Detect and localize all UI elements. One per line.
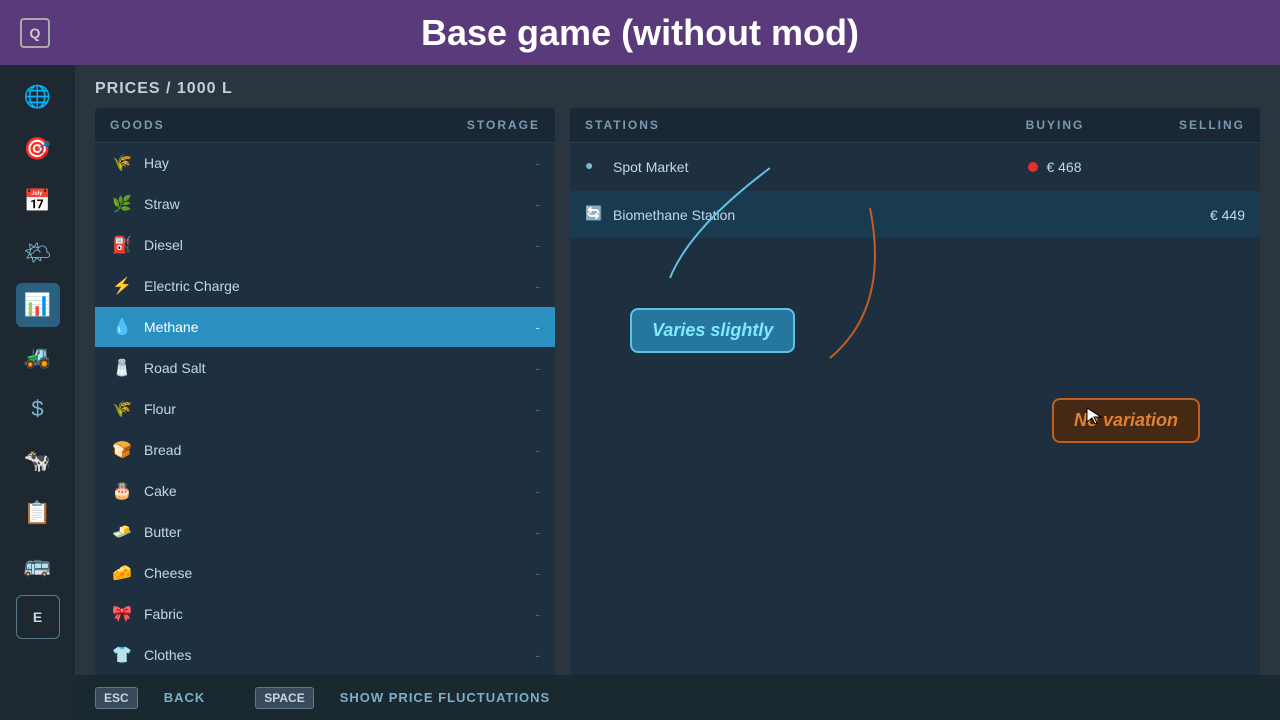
goods-name: Straw [144, 196, 535, 212]
storage-column-header: STORAGE [460, 118, 540, 132]
sidebar-icon-money[interactable]: $ [16, 387, 60, 431]
panels-row: GOODS STORAGE 🌾 Hay - 🌿 Straw - ⛽ Diesel… [95, 108, 1260, 705]
goods-name: Methane [144, 319, 535, 335]
station-buying-price: € 468 [985, 159, 1125, 175]
goods-item-butter[interactable]: 🧈 Butter - [95, 512, 555, 553]
station-item-biomethane-station[interactable]: 🔄 Biomethane Station € 449 [570, 191, 1260, 239]
top-banner: Q Base game (without mod) [0, 0, 1280, 65]
station-name: Biomethane Station [613, 207, 985, 223]
goods-storage: - [535, 155, 540, 171]
goods-icon: 🌾 [110, 397, 134, 421]
space-key-badge: SPACE [255, 687, 313, 709]
station-item-spot-market[interactable]: ● Spot Market € 468 [570, 143, 1260, 191]
goods-item-flour[interactable]: 🌾 Flour - [95, 389, 555, 430]
stations-list: ● Spot Market € 468 🔄 Biomethane Station… [570, 143, 1260, 239]
esc-key-badge: ESC [95, 687, 138, 709]
goods-name: Fabric [144, 606, 535, 622]
goods-storage: - [535, 237, 540, 253]
varies-slightly-box: Varies slightly [630, 308, 795, 353]
goods-name: Hay [144, 155, 535, 171]
goods-storage: - [535, 606, 540, 622]
goods-name: Diesel [144, 237, 535, 253]
goods-item-hay[interactable]: 🌾 Hay - [95, 143, 555, 184]
goods-name: Flour [144, 401, 535, 417]
prices-header: PRICES / 1000 L [95, 80, 1260, 98]
stations-header: STATIONS BUYING SELLING [570, 108, 1260, 143]
goods-storage: - [535, 483, 540, 499]
sidebar-icon-weather[interactable]: 🌤 [16, 231, 60, 275]
stations-column-header: STATIONS [585, 118, 985, 132]
goods-item-bread[interactable]: 🍞 Bread - [95, 430, 555, 471]
red-dot-indicator [1028, 162, 1038, 172]
goods-name: Electric Charge [144, 278, 535, 294]
goods-storage: - [535, 647, 540, 663]
goods-column-header: GOODS [110, 118, 460, 132]
goods-name: Cheese [144, 565, 535, 581]
goods-panel: GOODS STORAGE 🌾 Hay - 🌿 Straw - ⛽ Diesel… [95, 108, 555, 705]
goods-icon: 🧈 [110, 520, 134, 544]
sidebar-icon-globe[interactable]: 🌐 [16, 75, 60, 119]
selling-column-header: SELLING [1125, 118, 1245, 132]
goods-item-electric-charge[interactable]: ⚡ Electric Charge - [95, 266, 555, 307]
goods-icon: 🎂 [110, 479, 134, 503]
goods-list[interactable]: 🌾 Hay - 🌿 Straw - ⛽ Diesel - ⚡ Electric … [95, 143, 555, 705]
goods-icon: 🌿 [110, 192, 134, 216]
goods-item-cheese[interactable]: 🧀 Cheese - [95, 553, 555, 594]
goods-icon: 🧂 [110, 356, 134, 380]
goods-name: Road Salt [144, 360, 535, 376]
goods-storage: - [535, 401, 540, 417]
bottom-bar: ESC BACK SPACE SHOW PRICE FLUCTUATIONS [75, 675, 1280, 720]
goods-icon: 🎀 [110, 602, 134, 626]
goods-icon: 🍞 [110, 438, 134, 462]
buying-column-header: BUYING [985, 118, 1125, 132]
goods-icon: 💧 [110, 315, 134, 339]
goods-storage: - [535, 442, 540, 458]
goods-item-road-salt[interactable]: 🧂 Road Salt - [95, 348, 555, 389]
goods-storage: - [535, 360, 540, 376]
goods-name: Butter [144, 524, 535, 540]
banner-title: Base game (without mod) [421, 12, 859, 54]
station-name: Spot Market [613, 159, 985, 175]
sidebar-icon-cow[interactable]: 🐄 [16, 439, 60, 483]
goods-name: Cake [144, 483, 535, 499]
goods-storage: - [535, 196, 540, 212]
sidebar-icon-transport[interactable]: 🚌 [16, 543, 60, 587]
goods-storage: - [535, 565, 540, 581]
goods-icon: 👕 [110, 643, 134, 667]
goods-storage: - [535, 278, 540, 294]
sidebar-icon-tractor[interactable]: 🚜 [16, 335, 60, 379]
e-key-icon[interactable]: E [16, 595, 60, 639]
goods-item-clothes[interactable]: 👕 Clothes - [95, 635, 555, 676]
station-type-icon: 🔄 [585, 205, 605, 225]
goods-storage: - [535, 524, 540, 540]
sidebar: 🌐 🎯 📅 🌤 📊 🚜 $ 🐄 📋 🚌 E [0, 65, 75, 720]
sidebar-icon-chart[interactable]: 📊 [16, 283, 60, 327]
goods-name: Clothes [144, 647, 535, 663]
station-selling-price: € 449 [1125, 207, 1245, 223]
sidebar-icon-notes[interactable]: 📋 [16, 491, 60, 535]
goods-icon: ⚡ [110, 274, 134, 298]
station-type-icon: ● [585, 157, 605, 177]
space-action-label: SHOW PRICE FLUCTUATIONS [340, 690, 551, 705]
goods-icon: 🌾 [110, 151, 134, 175]
goods-item-cake[interactable]: 🎂 Cake - [95, 471, 555, 512]
stations-panel: STATIONS BUYING SELLING ● Spot Market € … [570, 108, 1260, 705]
esc-action-label: BACK [164, 690, 206, 705]
no-variation-box: No variation [1052, 398, 1200, 443]
goods-name: Bread [144, 442, 535, 458]
main-content: PRICES / 1000 L GOODS STORAGE 🌾 Hay - 🌿 … [75, 65, 1280, 720]
sidebar-icon-calendar[interactable]: 📅 [16, 179, 60, 223]
goods-storage: - [535, 319, 540, 335]
goods-header: GOODS STORAGE [95, 108, 555, 143]
goods-icon: ⛽ [110, 233, 134, 257]
goods-item-fabric[interactable]: 🎀 Fabric - [95, 594, 555, 635]
goods-item-straw[interactable]: 🌿 Straw - [95, 184, 555, 225]
buying-price-value: € 468 [1046, 159, 1081, 175]
goods-icon: 🧀 [110, 561, 134, 585]
sidebar-icon-steering[interactable]: 🎯 [16, 127, 60, 171]
goods-item-diesel[interactable]: ⛽ Diesel - [95, 225, 555, 266]
q-key-badge: Q [20, 18, 50, 48]
goods-item-methane[interactable]: 💧 Methane - [95, 307, 555, 348]
